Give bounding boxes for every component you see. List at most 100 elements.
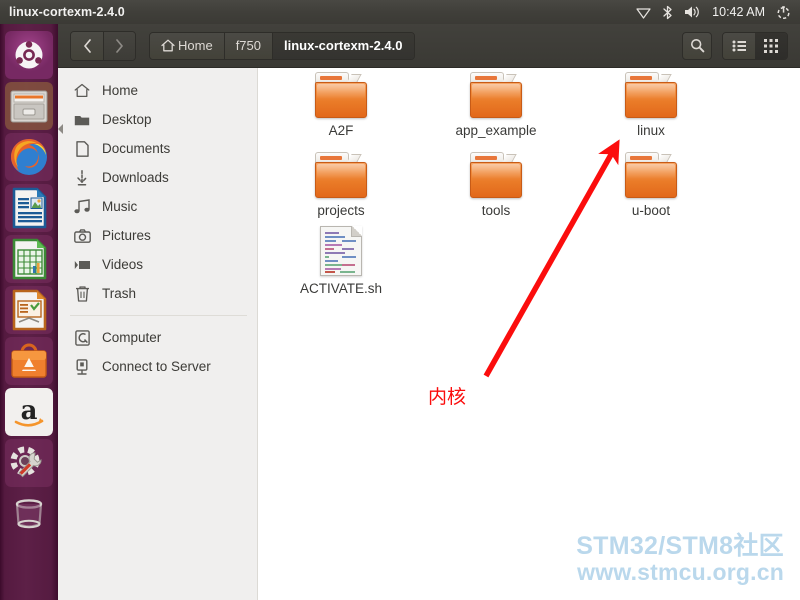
sidebar-item-label: Desktop — [102, 112, 152, 127]
music-note-icon — [73, 199, 91, 214]
file-label: app_example — [455, 123, 537, 138]
list-view-icon — [732, 40, 746, 51]
breadcrumb-label: f750 — [235, 38, 261, 53]
file-label: u-boot — [631, 203, 671, 218]
watermark-line-1: STM32/STM8社区 — [576, 532, 784, 561]
breadcrumb-label: Home — [178, 38, 213, 53]
home-icon — [73, 83, 91, 98]
launcher-item-ubuntu-dash[interactable] — [5, 31, 53, 79]
bluetooth-icon[interactable] — [662, 5, 673, 20]
trash-icon — [73, 285, 91, 302]
grid-view-icon — [764, 38, 778, 53]
sidebar-item-pictures[interactable]: Pictures — [58, 221, 257, 250]
launcher-item-system-settings[interactable] — [5, 439, 53, 487]
forward-button[interactable] — [103, 31, 135, 60]
download-icon — [73, 169, 91, 186]
chevron-left-icon — [83, 38, 91, 53]
window-title: linux-cortexm-2.4.0 — [9, 5, 125, 19]
sidebar-item-label: Downloads — [102, 170, 169, 185]
sidebar-item-videos[interactable]: Videos — [58, 250, 257, 279]
sidebar-item-downloads[interactable]: Downloads — [58, 163, 257, 192]
folder-item-projects[interactable]: projects — [282, 152, 400, 218]
sidebar-item-label: Documents — [102, 141, 171, 156]
sidebar-item-connect-to-server[interactable]: Connect to Server — [58, 352, 257, 381]
folder-item-u-boot[interactable]: u-boot — [592, 152, 710, 218]
top-panel: linux-cortexm-2.4.0 10:42 AM — [0, 0, 800, 24]
folder-icon — [315, 72, 367, 118]
sidebar-item-documents[interactable]: Documents — [58, 134, 257, 163]
wifi-icon[interactable] — [636, 6, 651, 19]
sidebar-item-label: Music — [102, 199, 138, 214]
list-view-button[interactable] — [723, 32, 755, 59]
folder-icon — [73, 113, 91, 127]
launcher-item-amazon[interactable]: a — [5, 388, 53, 436]
breadcrumb: Home f750 linux-cortexm-2.4.0 — [149, 31, 415, 60]
system-tray: 10:42 AM — [636, 5, 800, 20]
navigation-button-group — [70, 30, 136, 61]
folder-icon — [625, 72, 677, 118]
sidebar-item-computer[interactable]: Computer — [58, 323, 257, 352]
document-icon — [73, 140, 91, 157]
launcher-item-files-nautilus[interactable] — [5, 82, 53, 130]
watermark-line-2: www.stmcu.org.cn — [577, 559, 784, 586]
folder-item-app_example[interactable]: app_example — [437, 72, 555, 138]
file-label: tools — [481, 203, 511, 218]
window-body: Home Desktop Documents Downloads Music P… — [58, 68, 800, 600]
sidebar-item-label: Videos — [102, 257, 144, 272]
search-button[interactable] — [682, 31, 712, 60]
sidebar-item-music[interactable]: Music — [58, 192, 257, 221]
script-file-icon — [320, 226, 362, 276]
launcher-item-libreoffice-writer[interactable] — [5, 184, 53, 232]
sidebar-item-label: Connect to Server — [102, 359, 211, 374]
file-label: ACTIVATE.sh — [299, 281, 382, 296]
volume-icon[interactable] — [684, 5, 701, 19]
power-gear-icon[interactable] — [776, 5, 791, 20]
unity-launcher: a — [0, 24, 58, 600]
clock[interactable]: 10:42 AM — [712, 5, 765, 19]
folder-icon — [315, 152, 367, 198]
sidebar-item-trash[interactable]: Trash — [58, 279, 257, 308]
folder-item-A2F[interactable]: A2F — [282, 72, 400, 138]
sidebar-item-desktop[interactable]: Desktop — [58, 105, 257, 134]
video-camera-icon — [73, 259, 91, 271]
search-icon — [690, 38, 704, 53]
chevron-right-icon — [116, 38, 123, 53]
sidebar-item-label: Computer — [102, 330, 162, 345]
toolbar-right-group — [682, 31, 800, 60]
folder-icon — [470, 152, 522, 198]
launcher-item-firefox[interactable] — [5, 133, 53, 181]
computer-icon — [73, 329, 91, 346]
sidebar-item-home[interactable]: Home — [58, 76, 257, 105]
places-sidebar: Home Desktop Documents Downloads Music P… — [58, 68, 258, 600]
launcher-item-libreoffice-calc[interactable] — [5, 235, 53, 283]
svg-text:a: a — [21, 396, 38, 426]
folder-item-linux[interactable]: linux — [592, 72, 710, 138]
breadcrumb-item-current[interactable]: linux-cortexm-2.4.0 — [273, 32, 414, 59]
server-icon — [73, 358, 91, 375]
sidebar-collapse-handle[interactable] — [58, 124, 63, 134]
home-icon — [161, 39, 175, 52]
folder-item-tools[interactable]: tools — [437, 152, 555, 218]
folder-icon — [470, 72, 522, 118]
file-label: A2F — [328, 123, 354, 138]
back-button[interactable] — [71, 31, 103, 60]
launcher-item-ubuntu-software[interactable] — [5, 337, 53, 385]
file-manager-window: Home f750 linux-cortexm-2.4.0 Home Deskt… — [58, 24, 800, 600]
sidebar-item-label: Home — [102, 83, 139, 98]
file-manager-toolbar: Home f750 linux-cortexm-2.4.0 — [58, 24, 800, 68]
sidebar-separator — [70, 315, 247, 316]
breadcrumb-label: linux-cortexm-2.4.0 — [284, 38, 403, 53]
launcher-item-libreoffice-impress[interactable] — [5, 286, 53, 334]
launcher-item-trash[interactable] — [5, 490, 53, 538]
breadcrumb-item-home[interactable]: Home — [150, 32, 225, 59]
sidebar-item-label: Trash — [102, 286, 137, 301]
grid-view-button[interactable] — [755, 32, 787, 59]
file-label: linux — [637, 123, 665, 138]
watermark: STM32/STM8社区 www.stmcu.org.cn — [576, 532, 784, 586]
folder-icon — [625, 152, 677, 198]
view-mode-group — [722, 31, 788, 60]
file-grid-view[interactable]: A2F app_example linux projects tools u-boot AC… — [258, 68, 800, 600]
camera-icon — [73, 228, 91, 243]
file-item-ACTIVATE.sh[interactable]: ACTIVATE.sh — [282, 226, 400, 296]
breadcrumb-item-f750[interactable]: f750 — [224, 32, 273, 59]
